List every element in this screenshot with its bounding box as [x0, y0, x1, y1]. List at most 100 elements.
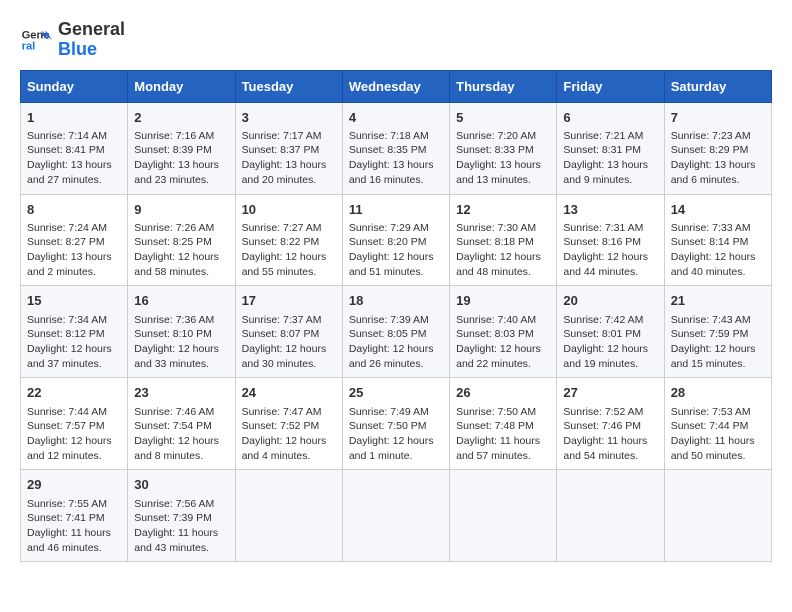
cell-info-line: and 44 minutes.: [563, 265, 657, 280]
cell-info-line: Sunrise: 7:31 AM: [563, 221, 657, 236]
col-header-wednesday: Wednesday: [342, 70, 449, 102]
col-header-tuesday: Tuesday: [235, 70, 342, 102]
cell-info-line: Sunset: 7:50 PM: [349, 419, 443, 434]
cell-info-line: Daylight: 13 hours: [456, 158, 550, 173]
day-number: 28: [671, 384, 765, 402]
header-row: SundayMondayTuesdayWednesdayThursdayFrid…: [21, 70, 772, 102]
cell-info-line: Daylight: 11 hours: [671, 434, 765, 449]
day-number: 24: [242, 384, 336, 402]
day-cell: 16Sunrise: 7:36 AMSunset: 8:10 PMDayligh…: [128, 286, 235, 378]
cell-info-line: and 20 minutes.: [242, 173, 336, 188]
day-number: 3: [242, 109, 336, 127]
cell-info-line: Daylight: 13 hours: [563, 158, 657, 173]
day-cell: 24Sunrise: 7:47 AMSunset: 7:52 PMDayligh…: [235, 378, 342, 470]
day-number: 19: [456, 292, 550, 310]
day-cell: 21Sunrise: 7:43 AMSunset: 7:59 PMDayligh…: [664, 286, 771, 378]
col-header-friday: Friday: [557, 70, 664, 102]
cell-info-line: and 33 minutes.: [134, 357, 228, 372]
calendar-header: SundayMondayTuesdayWednesdayThursdayFrid…: [21, 70, 772, 102]
cell-info-line: and 23 minutes.: [134, 173, 228, 188]
week-row-4: 22Sunrise: 7:44 AMSunset: 7:57 PMDayligh…: [21, 378, 772, 470]
cell-info-line: Daylight: 12 hours: [134, 434, 228, 449]
day-cell: 26Sunrise: 7:50 AMSunset: 7:48 PMDayligh…: [450, 378, 557, 470]
day-number: 17: [242, 292, 336, 310]
day-number: 6: [563, 109, 657, 127]
cell-info-line: Sunrise: 7:43 AM: [671, 313, 765, 328]
logo-general: General: [58, 20, 125, 40]
logo: Gene ral General Blue: [20, 20, 125, 60]
day-number: 9: [134, 201, 228, 219]
day-cell: 30Sunrise: 7:56 AMSunset: 7:39 PMDayligh…: [128, 470, 235, 562]
cell-info-line: Sunrise: 7:46 AM: [134, 405, 228, 420]
cell-info-line: Sunrise: 7:34 AM: [27, 313, 121, 328]
page-header: Gene ral General Blue: [20, 20, 772, 60]
cell-info-line: Sunrise: 7:29 AM: [349, 221, 443, 236]
cell-info-line: Sunset: 8:25 PM: [134, 235, 228, 250]
day-cell: 9Sunrise: 7:26 AMSunset: 8:25 PMDaylight…: [128, 194, 235, 286]
day-cell: 1Sunrise: 7:14 AMSunset: 8:41 PMDaylight…: [21, 102, 128, 194]
cell-info-line: Sunrise: 7:20 AM: [456, 129, 550, 144]
cell-info-line: Sunrise: 7:21 AM: [563, 129, 657, 144]
day-cell: 11Sunrise: 7:29 AMSunset: 8:20 PMDayligh…: [342, 194, 449, 286]
cell-info-line: Sunset: 8:20 PM: [349, 235, 443, 250]
cell-info-line: Sunset: 7:44 PM: [671, 419, 765, 434]
day-cell: 17Sunrise: 7:37 AMSunset: 8:07 PMDayligh…: [235, 286, 342, 378]
cell-info-line: and 48 minutes.: [456, 265, 550, 280]
cell-info-line: Sunrise: 7:23 AM: [671, 129, 765, 144]
cell-info-line: Sunset: 8:31 PM: [563, 143, 657, 158]
cell-info-line: and 2 minutes.: [27, 265, 121, 280]
day-cell: 14Sunrise: 7:33 AMSunset: 8:14 PMDayligh…: [664, 194, 771, 286]
cell-info-line: Sunrise: 7:47 AM: [242, 405, 336, 420]
cell-info-line: Daylight: 12 hours: [27, 342, 121, 357]
cell-info-line: and 50 minutes.: [671, 449, 765, 464]
cell-info-line: Daylight: 12 hours: [671, 342, 765, 357]
day-number: 26: [456, 384, 550, 402]
day-cell: 6 Sunrise: 7:21 AMSunset: 8:31 PMDaylight…: [557, 102, 664, 194]
cell-info-line: and 9 minutes.: [563, 173, 657, 188]
day-number: 27: [563, 384, 657, 402]
day-number: 10: [242, 201, 336, 219]
cell-info-line: and 58 minutes.: [134, 265, 228, 280]
col-header-saturday: Saturday: [664, 70, 771, 102]
cell-info-line: Sunrise: 7:16 AM: [134, 129, 228, 144]
cell-info-line: and 1 minute.: [349, 449, 443, 464]
day-cell: 19Sunrise: 7:40 AMSunset: 8:03 PMDayligh…: [450, 286, 557, 378]
day-number: 1: [27, 109, 121, 127]
cell-info-line: Daylight: 11 hours: [134, 526, 228, 541]
cell-info-line: Sunset: 8:07 PM: [242, 327, 336, 342]
cell-info-line: Sunset: 7:41 PM: [27, 511, 121, 526]
week-row-1: 1Sunrise: 7:14 AMSunset: 8:41 PMDaylight…: [21, 102, 772, 194]
day-cell: [450, 470, 557, 562]
day-cell: 20Sunrise: 7:42 AMSunset: 8:01 PMDayligh…: [557, 286, 664, 378]
cell-info-line: Daylight: 12 hours: [456, 250, 550, 265]
day-number: 20: [563, 292, 657, 310]
cell-info-line: Daylight: 13 hours: [27, 158, 121, 173]
day-number: 4: [349, 109, 443, 127]
cell-info-line: Sunrise: 7:17 AM: [242, 129, 336, 144]
week-row-5: 29Sunrise: 7:55 AMSunset: 7:41 PMDayligh…: [21, 470, 772, 562]
day-number: 16: [134, 292, 228, 310]
cell-info-line: Sunrise: 7:42 AM: [563, 313, 657, 328]
cell-info-line: and 27 minutes.: [27, 173, 121, 188]
cell-info-line: and 22 minutes.: [456, 357, 550, 372]
cell-info-line: and 40 minutes.: [671, 265, 765, 280]
cell-info-line: and 15 minutes.: [671, 357, 765, 372]
cell-info-line: Sunset: 8:14 PM: [671, 235, 765, 250]
cell-info-line: Daylight: 13 hours: [134, 158, 228, 173]
cell-info-line: Sunset: 8:12 PM: [27, 327, 121, 342]
cell-info-line: Sunset: 8:41 PM: [27, 143, 121, 158]
cell-info-line: and 13 minutes.: [456, 173, 550, 188]
day-cell: [235, 470, 342, 562]
cell-info-line: Daylight: 12 hours: [563, 250, 657, 265]
calendar-table: SundayMondayTuesdayWednesdayThursdayFrid…: [20, 70, 772, 563]
cell-info-line: and 51 minutes.: [349, 265, 443, 280]
cell-info-line: and 16 minutes.: [349, 173, 443, 188]
svg-text:ral: ral: [22, 40, 36, 52]
day-cell: 27Sunrise: 7:52 AMSunset: 7:46 PMDayligh…: [557, 378, 664, 470]
cell-info-line: Daylight: 12 hours: [671, 250, 765, 265]
cell-info-line: Daylight: 12 hours: [242, 342, 336, 357]
day-number: 14: [671, 201, 765, 219]
cell-info-line: and 30 minutes.: [242, 357, 336, 372]
cell-info-line: and 55 minutes.: [242, 265, 336, 280]
day-cell: 4Sunrise: 7:18 AMSunset: 8:35 PMDaylight…: [342, 102, 449, 194]
